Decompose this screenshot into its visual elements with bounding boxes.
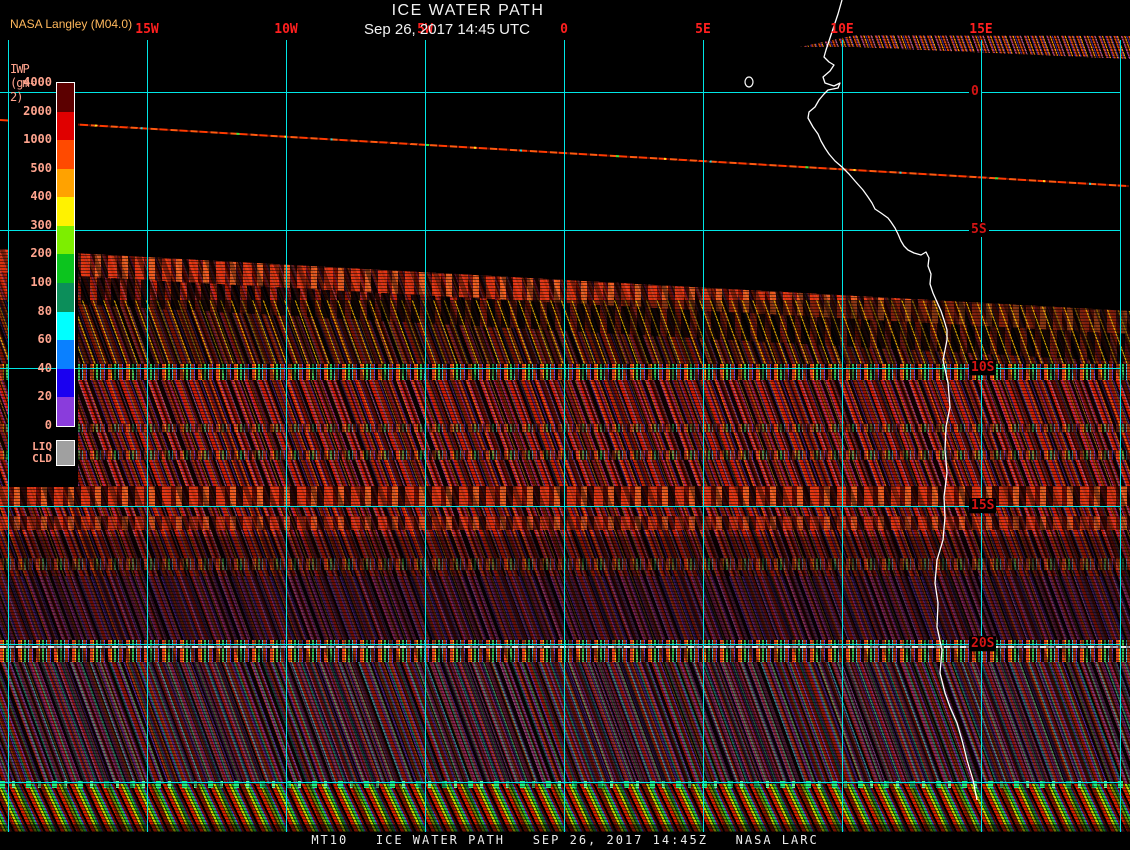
timestamp-subtitle: Sep 26, 2017 14:45 UTC bbox=[364, 21, 530, 38]
longitude-label: 0 bbox=[560, 22, 568, 37]
longitude-label: 5E bbox=[695, 22, 711, 37]
status-bar: MT10 ICE WATER PATH SEP 26, 2017 14:45Z … bbox=[0, 832, 1130, 850]
page-title: ICE WATER PATH bbox=[391, 2, 545, 19]
longitude-label: 15E bbox=[969, 22, 993, 37]
axis-labels: 15W 10W 5W 0 5E 10E 15E 0 5S 10S 15S 20S bbox=[0, 0, 1130, 850]
agency-label: NASA Langley (M04.0) bbox=[10, 17, 133, 31]
latitude-label: 0 bbox=[969, 84, 981, 99]
latitude-label: 10S bbox=[969, 360, 997, 375]
iwp-map-screen: IWP (gm-2) 4000 2000 1000 500 400 300 200 100 80… bbox=[0, 0, 1130, 850]
latitude-label: 20S bbox=[969, 636, 997, 651]
latitude-label: 15S bbox=[969, 498, 997, 513]
longitude-label: 10W bbox=[274, 22, 298, 37]
latitude-label: 5S bbox=[969, 222, 989, 237]
longitude-label: 10E bbox=[830, 22, 854, 37]
longitude-label: 15W bbox=[135, 22, 159, 37]
